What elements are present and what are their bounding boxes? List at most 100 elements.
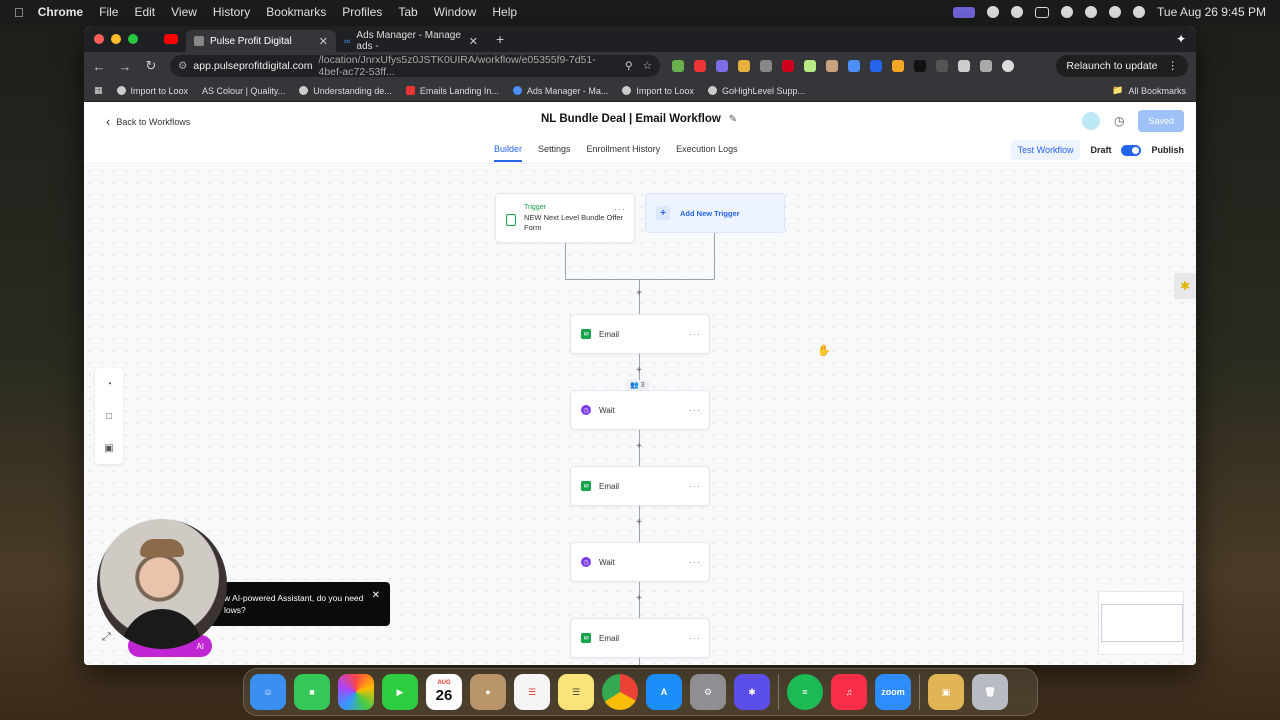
zoom-window-button[interactable] xyxy=(128,34,138,44)
add-step-plus-icon[interactable]: + xyxy=(634,365,644,376)
comment-icon[interactable]: □ xyxy=(106,411,112,422)
screen-record-icon[interactable] xyxy=(953,6,976,18)
more-menu-icon[interactable]: ⋮ xyxy=(1168,60,1179,72)
dock-music[interactable]: ♫ xyxy=(831,674,867,710)
dock-perplexity[interactable]: ✱ xyxy=(734,674,770,710)
close-tab-icon[interactable]: ✕ xyxy=(319,35,328,48)
spotlight-search-icon[interactable] xyxy=(1085,6,1098,18)
bookmark-item[interactable]: Import to Loox xyxy=(116,86,188,96)
wait-step-node[interactable]: ◷ Wait ··· xyxy=(570,542,710,582)
trigger-node[interactable]: Trigger NEW Next Level Bundle Offer Form… xyxy=(495,193,635,243)
extension-icon[interactable] xyxy=(694,60,706,72)
extension-icon[interactable] xyxy=(870,60,882,72)
menu-profiles[interactable]: Profiles xyxy=(342,5,382,19)
profile-avatar-icon[interactable] xyxy=(1002,60,1014,72)
node-menu-icon[interactable]: ··· xyxy=(689,633,701,643)
dock-trash[interactable]: 🗑 xyxy=(972,674,1008,710)
email-step-node[interactable]: ✉ Email ··· xyxy=(570,618,710,658)
menu-file[interactable]: File xyxy=(99,5,118,19)
add-step-plus-icon[interactable]: + xyxy=(634,517,644,528)
node-menu-icon[interactable]: ··· xyxy=(614,204,626,214)
edit-pencil-icon[interactable]: ✎ xyxy=(729,114,737,125)
enrolled-count-badge[interactable]: 👥 3 xyxy=(625,380,650,390)
extension-icon[interactable] xyxy=(760,60,772,72)
dock-archive-utility[interactable]: ▣ xyxy=(928,674,964,710)
bookmark-star-icon[interactable]: ☆ xyxy=(643,60,652,72)
menu-window[interactable]: Window xyxy=(434,5,477,19)
menu-edit[interactable]: Edit xyxy=(134,5,155,19)
search-icon[interactable]: ⚲ xyxy=(625,60,633,72)
apple-menu-icon[interactable]:  xyxy=(14,5,24,20)
help-widget-icon[interactable]: ✱ xyxy=(1174,273,1196,299)
extension-icon[interactable] xyxy=(914,60,926,72)
dock-calendar[interactable]: AUG 26 xyxy=(426,674,462,710)
dock-finder[interactable]: ☺ xyxy=(250,674,286,710)
menu-help[interactable]: Help xyxy=(492,5,517,19)
youtube-pinned-tab-icon[interactable] xyxy=(164,34,178,44)
dock-zoom[interactable]: zoom xyxy=(875,674,911,710)
reload-icon[interactable]: ↻ xyxy=(144,58,158,74)
dock-system-settings[interactable]: ⚙ xyxy=(690,674,726,710)
bookmark-item[interactable]: Understanding de... xyxy=(299,86,392,96)
tab-execution-logs[interactable]: Execution Logs xyxy=(676,144,738,162)
menubar-datetime[interactable]: Tue Aug 26 9:45 PM xyxy=(1157,5,1266,19)
extension-icon[interactable] xyxy=(738,60,750,72)
bookmark-item[interactable]: Ads Manager - Ma... xyxy=(512,86,608,96)
bookmark-item[interactable]: Emails Landing In... xyxy=(405,86,499,96)
new-tab-button[interactable]: + xyxy=(496,31,504,47)
extension-icon[interactable] xyxy=(826,60,838,72)
node-menu-icon[interactable]: ··· xyxy=(689,405,701,415)
all-bookmarks-button[interactable]: 📁 All Bookmarks xyxy=(1112,85,1186,96)
menu-view[interactable]: View xyxy=(171,5,197,19)
wait-step-node[interactable]: ◷ Wait ··· xyxy=(570,390,710,430)
tab-enrollment-history[interactable]: Enrollment History xyxy=(587,144,661,162)
url-bar[interactable]: ⚙ app.pulseprofitdigital.com/location/Jn… xyxy=(170,54,660,78)
email-step-node[interactable]: ✉ Email ··· xyxy=(570,466,710,506)
notes-icon[interactable]: ▣ xyxy=(104,443,113,454)
dock-chrome[interactable] xyxy=(602,674,638,710)
close-tab-icon[interactable]: ✕ xyxy=(469,35,478,48)
avatar[interactable] xyxy=(1081,112,1100,130)
node-menu-icon[interactable]: ··· xyxy=(689,481,701,491)
extension-icon[interactable] xyxy=(936,60,948,72)
dock-notes[interactable]: ☰ xyxy=(558,674,594,710)
bookmark-item[interactable]: Import to Loox xyxy=(622,86,694,96)
add-step-plus-icon[interactable]: + xyxy=(634,288,644,299)
analytics-icon[interactable]: ◔ xyxy=(106,379,112,390)
test-workflow-button[interactable]: Test Workflow xyxy=(1010,140,1081,160)
tab-pulse-profit-digital[interactable]: Pulse Profit Digital ✕ xyxy=(186,30,336,52)
status-dot-icon[interactable] xyxy=(987,6,1000,18)
history-clock-icon[interactable]: ◷ xyxy=(1114,114,1124,128)
dock-app-store[interactable]: A xyxy=(646,674,682,710)
menu-history[interactable]: History xyxy=(213,5,250,19)
dock-reminders[interactable]: ☰ xyxy=(514,674,550,710)
dock-spotify[interactable]: ≈ xyxy=(787,674,823,710)
battery-icon[interactable] xyxy=(1035,6,1050,18)
app-menu-chrome[interactable]: Chrome xyxy=(38,5,83,19)
menu-bookmarks[interactable]: Bookmarks xyxy=(266,5,326,19)
extension-icon[interactable] xyxy=(782,60,794,72)
menu-tab[interactable]: Tab xyxy=(398,5,417,19)
extension-icon[interactable] xyxy=(804,60,816,72)
tab-builder[interactable]: Builder xyxy=(494,144,523,162)
control-center-icon[interactable] xyxy=(1109,6,1122,18)
node-menu-icon[interactable]: ··· xyxy=(689,329,701,339)
extension-icon[interactable] xyxy=(892,60,904,72)
extensions-puzzle-icon[interactable] xyxy=(958,60,970,72)
forward-arrow-icon[interactable]: → xyxy=(118,59,132,74)
wifi-icon[interactable] xyxy=(1061,6,1074,18)
minimize-window-button[interactable] xyxy=(111,34,121,44)
play-icon[interactable] xyxy=(1011,6,1024,18)
node-menu-icon[interactable]: ··· xyxy=(689,557,701,567)
fullscreen-expand-icon[interactable]: ⤢ xyxy=(102,631,111,644)
relaunch-to-update-button[interactable]: Relaunch to update ⋮ xyxy=(1056,55,1188,77)
dock-messages[interactable]: ■ xyxy=(294,674,330,710)
siri-icon[interactable] xyxy=(1133,6,1146,18)
saved-button[interactable]: Saved xyxy=(1138,110,1184,132)
back-to-workflows-link[interactable]: ‹ Back to Workflows xyxy=(106,114,190,129)
bookmark-item[interactable]: GoHighLevel Supp... xyxy=(707,86,805,96)
site-info-icon[interactable]: ⚙ xyxy=(178,60,187,72)
extension-icon[interactable] xyxy=(716,60,728,72)
apps-grid-icon[interactable]: ▦ xyxy=(94,85,103,96)
workflow-canvas[interactable]: Trigger NEW Next Level Bundle Offer Form… xyxy=(84,165,1196,665)
